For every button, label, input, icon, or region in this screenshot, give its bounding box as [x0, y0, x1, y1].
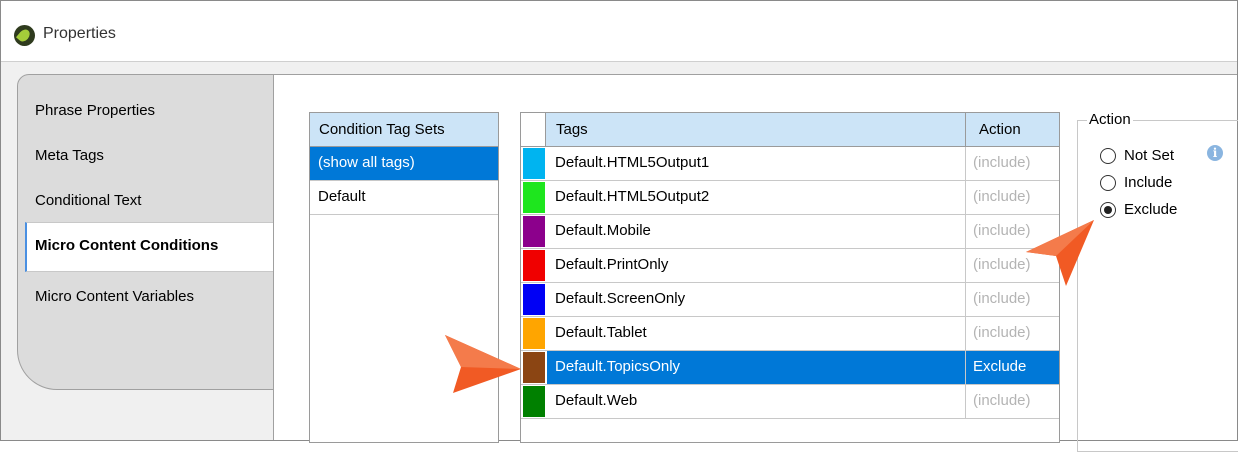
- table-row[interactable]: Default.TopicsOnly Exclude: [521, 351, 1059, 385]
- tag-action-cell[interactable]: (include): [973, 188, 1031, 205]
- tab-micro-content-conditions[interactable]: Micro Content Conditions: [25, 222, 275, 272]
- action-group-legend: Action: [1087, 111, 1133, 128]
- tab-phrase-properties[interactable]: Phrase Properties: [35, 102, 155, 119]
- column-header-action[interactable]: Action: [979, 121, 1021, 138]
- radio-not-set[interactable]: Not Set: [1100, 147, 1174, 164]
- tags-table: Tags Action Default.HTML5Output1 (include…: [520, 112, 1060, 443]
- info-icon[interactable]: i: [1207, 145, 1223, 161]
- tag-color-swatch: [523, 284, 545, 315]
- list-item-show-all-tags[interactable]: (show all tags): [310, 147, 498, 181]
- condition-tag-sets-header[interactable]: Condition Tag Sets: [310, 113, 498, 147]
- radio-circle: [1100, 147, 1116, 164]
- tab-micro-content-variables[interactable]: Micro Content Variables: [35, 288, 194, 305]
- table-row[interactable]: Default.Tablet (include): [521, 317, 1059, 351]
- tag-name: Default.Web: [555, 392, 638, 409]
- side-tabs: Phrase Properties Meta Tags Conditional …: [17, 74, 275, 394]
- tags-table-header: Tags Action: [521, 113, 1059, 147]
- tag-name: Default.TopicsOnly: [555, 358, 681, 375]
- tag-name: Default.PrintOnly: [555, 256, 669, 273]
- tag-action-cell[interactable]: (include): [973, 290, 1031, 307]
- tag-color-swatch: [523, 148, 545, 179]
- list-item-default[interactable]: Default: [310, 181, 498, 215]
- table-row[interactable]: Default.Mobile (include): [521, 215, 1059, 249]
- tag-name: Default.Tablet: [555, 324, 647, 341]
- tag-name: Default.HTML5Output1: [555, 154, 710, 171]
- tag-color-swatch: [523, 318, 545, 349]
- tab-conditional-text[interactable]: Conditional Text: [35, 192, 141, 209]
- tag-name: Default.Mobile: [555, 222, 651, 239]
- tag-color-swatch: [523, 352, 545, 383]
- radio-exclude[interactable]: Exclude: [1100, 201, 1177, 218]
- table-row[interactable]: Default.HTML5Output2 (include): [521, 181, 1059, 215]
- tab-meta-tags[interactable]: Meta Tags: [35, 147, 104, 164]
- tag-color-swatch: [523, 250, 545, 281]
- action-group: [1077, 120, 1238, 452]
- tag-action-cell[interactable]: (include): [973, 324, 1031, 341]
- callout-arrow-icon: [1026, 220, 1094, 286]
- window-title: Properties: [43, 25, 116, 42]
- table-row[interactable]: Default.ScreenOnly (include): [521, 283, 1059, 317]
- radio-include[interactable]: Include: [1100, 174, 1172, 191]
- tag-action-cell[interactable]: (include): [973, 392, 1031, 409]
- radio-circle: [1100, 174, 1116, 191]
- tag-color-swatch: [523, 386, 545, 417]
- tag-action-cell[interactable]: (include): [973, 154, 1031, 171]
- tag-name: Default.ScreenOnly: [555, 290, 686, 307]
- radio-circle-selected: [1100, 201, 1116, 218]
- tag-action-cell[interactable]: Exclude: [973, 358, 1026, 375]
- tag-name: Default.HTML5Output2: [555, 188, 710, 205]
- tag-color-swatch: [523, 216, 545, 247]
- tag-color-swatch: [523, 182, 545, 213]
- callout-arrow-icon: [445, 335, 521, 393]
- title-bar: Properties: [1, 1, 1237, 62]
- flare-app-icon: [14, 25, 35, 46]
- column-header-tags[interactable]: Tags: [556, 121, 588, 138]
- table-row[interactable]: Default.HTML5Output1 (include): [521, 147, 1059, 181]
- table-row[interactable]: Default.Web (include): [521, 385, 1059, 419]
- tab-label: Micro Content Conditions: [35, 237, 219, 254]
- table-row[interactable]: Default.PrintOnly (include): [521, 249, 1059, 283]
